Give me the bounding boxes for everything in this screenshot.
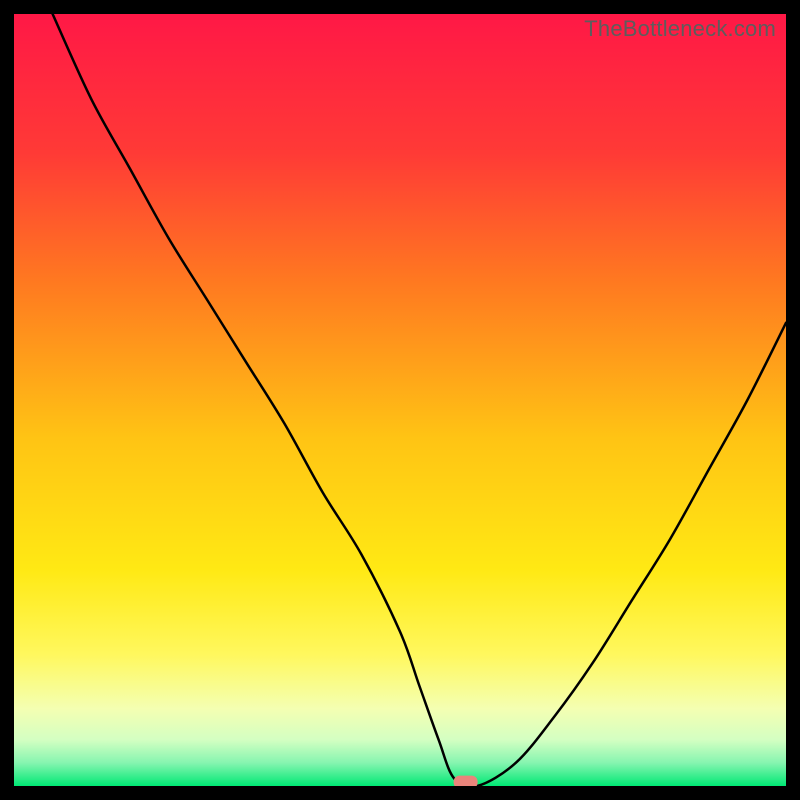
bottleneck-chart [14, 14, 786, 786]
watermark-text: TheBottleneck.com [584, 16, 776, 42]
plot-area: TheBottleneck.com [14, 14, 786, 786]
optimal-marker [454, 776, 478, 786]
gradient-background [14, 14, 786, 786]
chart-frame: TheBottleneck.com [0, 0, 800, 800]
